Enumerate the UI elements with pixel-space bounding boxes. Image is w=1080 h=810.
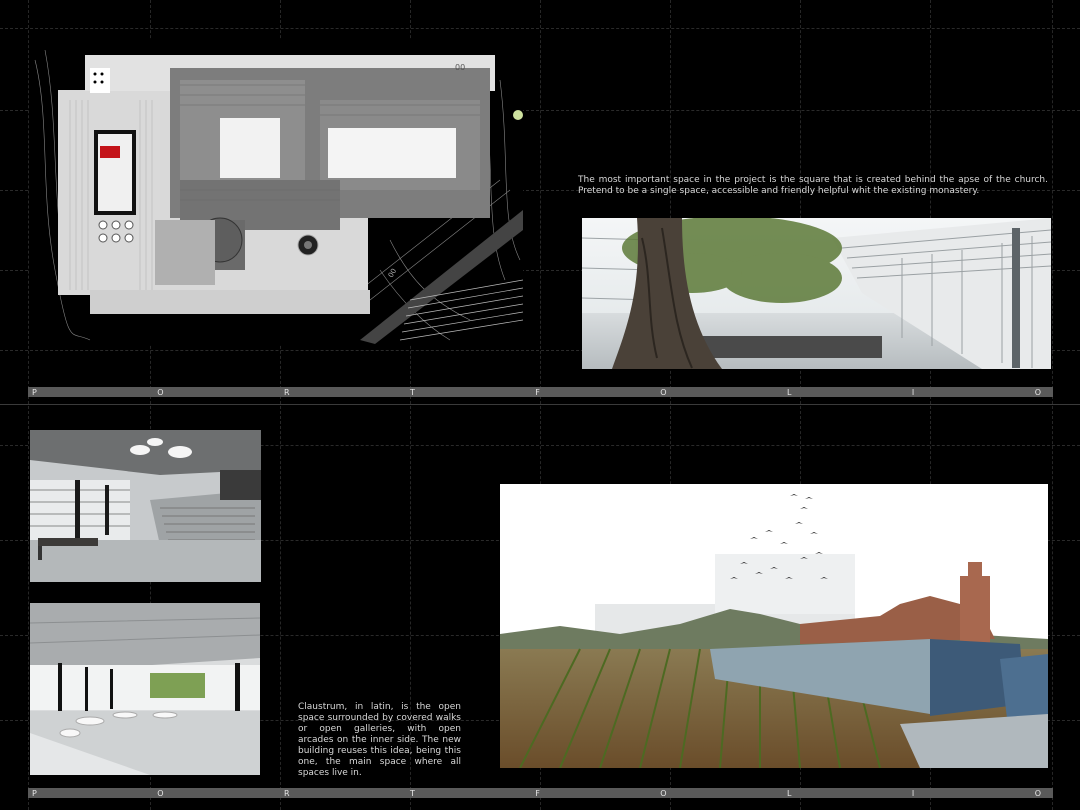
band-letter: I (911, 788, 915, 798)
band-letter: O (1034, 387, 1041, 397)
interior-gallery-render (30, 603, 260, 775)
vineyard-monastery-render (500, 484, 1048, 768)
band-letter: O (157, 788, 164, 798)
portfolio-band-top: P O R T F O L I O (28, 387, 1053, 397)
band-letter: O (1034, 788, 1041, 798)
page-divider (0, 404, 1080, 405)
band-letter: T (409, 387, 415, 397)
band-letter: T (409, 788, 415, 798)
band-letter: F (535, 387, 540, 397)
band-letter: L (787, 387, 792, 397)
band-letter: O (660, 387, 667, 397)
band-letter: O (660, 788, 667, 798)
site-plan-image: 00 00 (30, 40, 523, 344)
band-letter: I (911, 387, 915, 397)
band-letter: F (535, 788, 540, 798)
band-letter: P (32, 788, 37, 798)
band-letter: P (32, 387, 37, 397)
band-letter: R (283, 387, 290, 397)
claustrum-description: Claustrum, in latin, is the open space s… (298, 702, 461, 778)
courtyard-tree-render (582, 218, 1051, 369)
plan-label-a: 00 (455, 63, 465, 72)
band-letter: L (787, 788, 792, 798)
interior-stair-render (30, 430, 261, 582)
band-letter: R (283, 788, 290, 798)
portfolio-band-bottom: P O R T F O L I O (28, 788, 1053, 798)
square-description: The most important space in the project … (578, 175, 1048, 196)
band-letter: O (157, 387, 164, 397)
